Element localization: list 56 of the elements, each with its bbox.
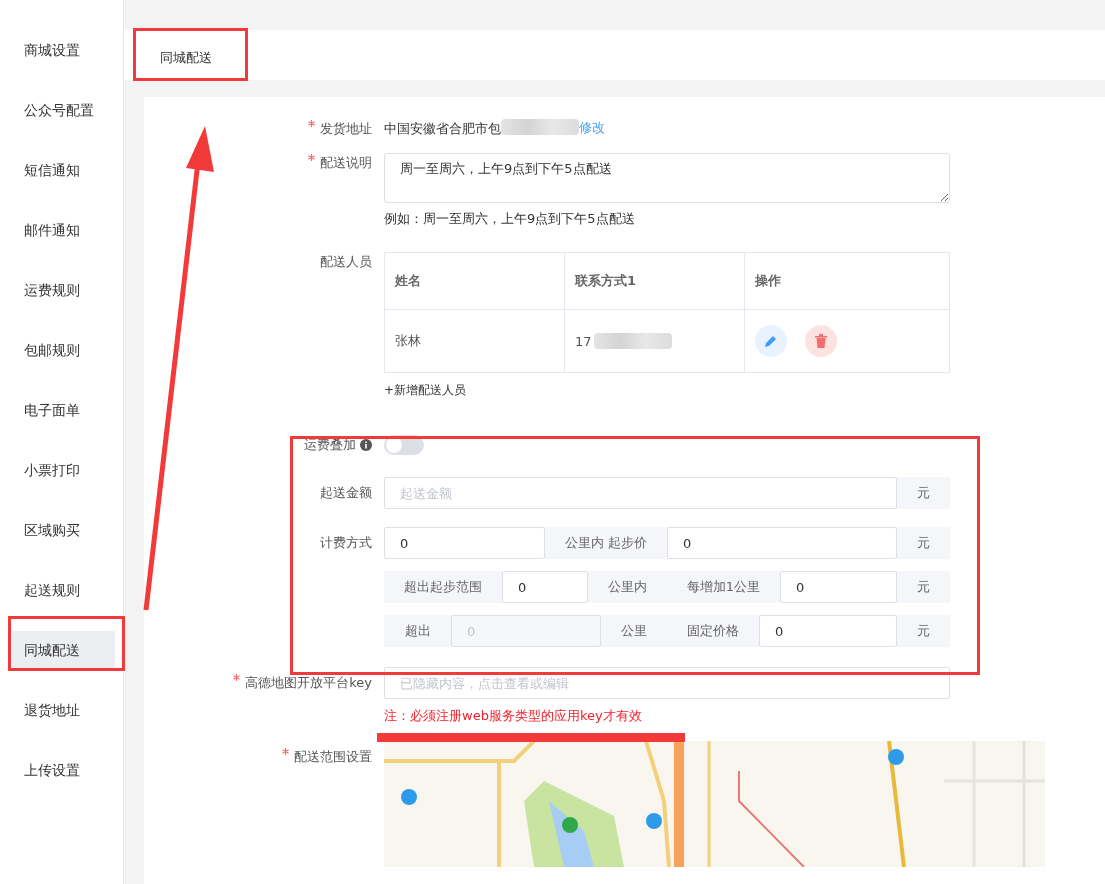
unit-label: 每增加1公里 <box>667 571 780 603</box>
address-text: 中国安徽省合肥市包 <box>384 120 501 138</box>
warning-note: 注：必须注册web服务类型的应用key才有效 <box>384 707 643 725</box>
sidebar-item[interactable]: 电子面单 <box>12 391 115 431</box>
number-field[interactable]: 0 <box>384 527 545 559</box>
column-header: 联系方式1 <box>565 253 745 310</box>
toggle-switch[interactable] <box>384 435 424 455</box>
unit-label: 公里 <box>601 615 667 647</box>
unit-label: 公里内 <box>588 571 667 603</box>
column-header: 操作 <box>745 253 949 310</box>
sidebar-item[interactable]: 邮件通知 <box>12 211 115 251</box>
sidebar-item[interactable]: 包邮规则 <box>12 331 115 371</box>
field-label: 发货地址 <box>144 119 384 139</box>
trash-icon <box>815 334 827 348</box>
field-label: 运费叠加 <box>304 436 356 454</box>
unit-label: 固定价格 <box>667 615 759 647</box>
sidebar-item[interactable]: 退货地址 <box>12 691 115 731</box>
pencil-icon <box>764 334 778 348</box>
sidebar-item[interactable]: 商城设置 <box>12 31 115 71</box>
unit-label: 元 <box>897 615 950 647</box>
unit-label: 元 <box>897 477 950 509</box>
table-cell: 17 <box>565 310 745 372</box>
unit-label: 元 <box>897 571 950 603</box>
table-cell: 张林 <box>385 310 565 372</box>
description-field[interactable]: 周一至周六，上午9点到下午5点配送 <box>384 153 950 203</box>
unit-label: 超出 <box>384 615 451 647</box>
number-field[interactable]: 0 <box>759 615 897 647</box>
edit-button[interactable] <box>755 325 787 357</box>
unit-label: 超出起步范围 <box>384 571 502 603</box>
unit-label: 元 <box>897 527 950 559</box>
hint-text: 例如：周一至周六，上午9点到下午5点配送 <box>384 210 636 228</box>
field-label: 起送金额 <box>319 484 373 502</box>
field-label: 计费方式 <box>319 534 373 552</box>
key-field[interactable]: 已隐藏内容，点击查看或编辑 <box>384 667 950 699</box>
sidebar-item[interactable]: 公众号配置 <box>12 91 115 131</box>
sidebar-item[interactable]: 同城配送 <box>12 631 115 671</box>
field-label: 高德地图开放平台key <box>144 667 384 699</box>
add-staff-link[interactable]: +新增配送人员 <box>384 382 950 399</box>
amount-field[interactable]: 起送金额 <box>384 477 897 509</box>
sidebar-item[interactable]: 区域购买 <box>12 511 115 551</box>
number-field[interactable]: 0 <box>667 527 897 559</box>
sidebar-item[interactable]: 上传设置 <box>12 751 115 791</box>
number-field[interactable]: 0 <box>780 571 897 603</box>
sidebar-item[interactable]: 起送规则 <box>12 571 115 611</box>
sidebar-item[interactable]: 运费规则 <box>12 271 115 311</box>
field-label: 配送人员 <box>319 253 373 271</box>
sidebar-item[interactable]: 小票打印 <box>12 451 115 491</box>
delete-button[interactable] <box>805 325 837 357</box>
field-label: 配送说明 <box>144 153 384 173</box>
column-header: 姓名 <box>385 253 565 310</box>
info-icon <box>360 439 372 451</box>
number-field[interactable]: 0 <box>502 571 588 603</box>
unit-label: 公里内 起步价 <box>545 527 667 559</box>
sidebar-item[interactable]: 短信通知 <box>12 151 115 191</box>
tab[interactable]: 同城配送 <box>136 38 236 80</box>
field-label: 配送范围设置 <box>144 741 384 767</box>
